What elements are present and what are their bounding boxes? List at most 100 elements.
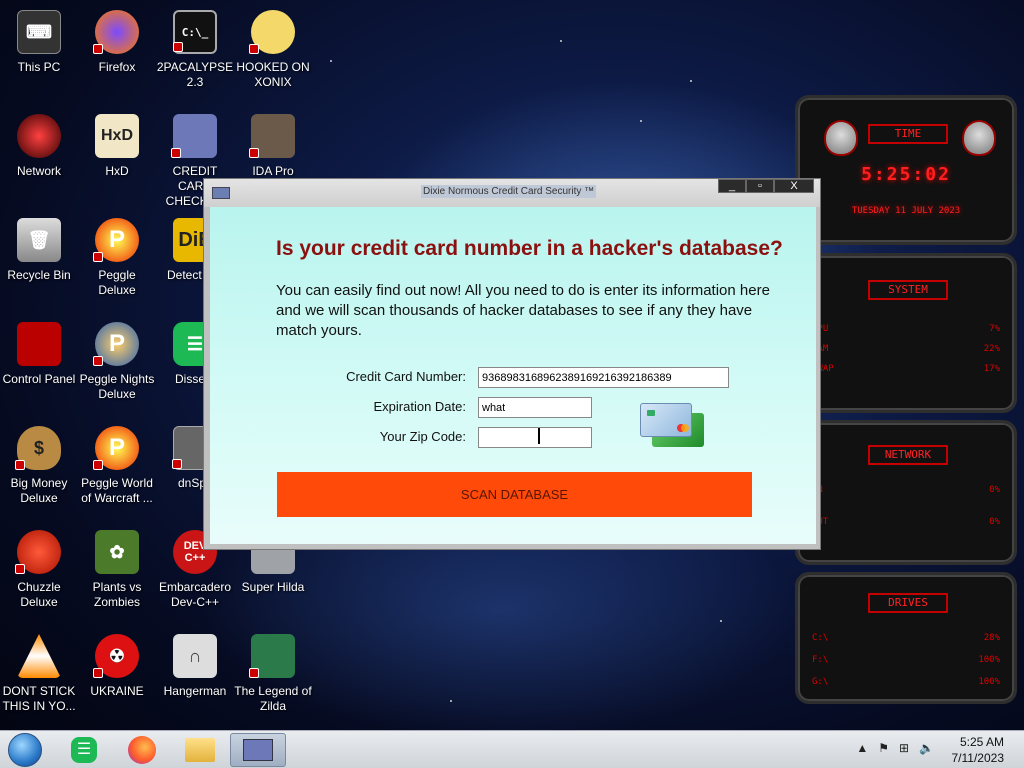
star [560, 40, 562, 42]
desktop-icon-big-money[interactable]: $ Big Money Deluxe [0, 426, 78, 506]
desktop-icon-peggle-deluxe[interactable]: P Peggle Deluxe [78, 218, 156, 298]
window-controls: _ ▫ X [718, 179, 814, 193]
network-globe-icon [17, 114, 61, 158]
icon-label: Recycle Bin [7, 268, 71, 282]
minimize-button[interactable]: _ [718, 179, 746, 193]
maximize-button[interactable]: ▫ [746, 179, 774, 193]
hero-character-icon [249, 634, 295, 678]
desktop-icon-vlc[interactable]: DONT STICK THIS IN YO... [0, 634, 78, 714]
icon-label: HxD [105, 164, 129, 178]
icon-label: Chuzzle Deluxe [17, 580, 61, 609]
firefox-icon [93, 10, 139, 54]
desktop-icon-control-panel[interactable]: Control Panel [0, 322, 78, 387]
radiation-icon: ☢ [93, 634, 139, 678]
control-panel-icon [17, 322, 61, 366]
icon-label: Control Panel [2, 372, 76, 386]
desktop-icon-this-pc[interactable]: ⌨ This PC [0, 10, 78, 75]
peggle-icon: P [93, 426, 139, 470]
icon-label: The Legend of Zilda [234, 684, 312, 713]
taskbar-time: 5:25 AM [959, 735, 1004, 749]
network-icon[interactable]: ⊞ [899, 741, 909, 755]
icon-label: HOOKED ON XONIX [236, 60, 310, 89]
close-button[interactable]: X [774, 179, 814, 193]
window-titlebar[interactable]: Dixie Normous Credit Card Security ™ _ ▫… [204, 179, 820, 207]
zip-code-input[interactable] [478, 427, 592, 448]
expiration-input[interactable] [478, 397, 592, 418]
system-widget: SYSTEM CPU7% RAM22% SWAP17% [795, 253, 1017, 413]
drive-f-row: F:\ 100% [812, 655, 1000, 665]
icon-label: Super Hilda [241, 580, 305, 594]
desktop-icon-peggle-wow[interactable]: P Peggle World of Warcraft ... [78, 426, 156, 506]
taskbar-clock[interactable]: 5:25 AM 7/11/2023 [952, 734, 1005, 766]
start-button[interactable] [8, 733, 42, 767]
computer-icon: ⌨ [17, 10, 61, 54]
icon-label: Firefox [98, 60, 136, 74]
icon-label: Hangerman [163, 684, 227, 698]
action-center-flag-icon[interactable]: ⚑ [878, 741, 889, 755]
system-tray: ▲ ⚑ ⊞ 🔈 [856, 741, 934, 755]
money-bag-icon: $ [15, 426, 61, 470]
desktop-icon-peggle-nights[interactable]: P Peggle Nights Deluxe [78, 322, 156, 402]
widget-header: NETWORK [868, 445, 948, 465]
hxd-icon: HxD [95, 114, 139, 158]
star [640, 120, 642, 122]
zip-code-label: Your Zip Code: [379, 429, 466, 444]
taskbar-explorer[interactable] [172, 733, 228, 767]
chat-icon: ☰ [71, 737, 97, 763]
chuzzle-icon [15, 530, 61, 574]
expiration-label: Expiration Date: [373, 399, 467, 414]
star [690, 80, 692, 82]
icon-label: IDA Pro [252, 164, 294, 178]
tray-expand-icon[interactable]: ▲ [856, 741, 868, 755]
time-widget: TIME 5:25:02 TUESDAY 11 JULY 2023 [795, 95, 1017, 245]
widget-header: DRIVES [868, 593, 948, 613]
description-text: You can easily find out now! All you nee… [276, 282, 770, 339]
star [450, 700, 452, 702]
card-number-input[interactable] [478, 367, 729, 388]
firefox-icon [128, 736, 156, 764]
alien-head-icon [962, 120, 996, 156]
credit-card-security-window: Dixie Normous Credit Card Security ™ _ ▫… [203, 178, 821, 550]
icon-label: Peggle Nights Deluxe [79, 372, 155, 401]
volume-icon[interactable]: 🔈 [919, 741, 934, 755]
taskbar-firefox[interactable] [114, 733, 170, 767]
window-title: Dixie Normous Credit Card Security ™ [421, 185, 597, 198]
drive-g-row: G:\ 100% [812, 677, 1000, 687]
desktop-icon-hooked-on-xonix[interactable]: HOOKED ON XONIX [234, 10, 312, 90]
widget-header: SYSTEM [868, 280, 948, 300]
taskbar-date: 7/11/2023 [951, 751, 1005, 765]
desktop-icon-firefox[interactable]: Firefox [78, 10, 156, 75]
desktop-icon-recycle-bin[interactable]: 🗑 Recycle Bin [0, 218, 78, 283]
desktop-icon-hangerman[interactable]: ∩ Hangerman [156, 634, 234, 699]
taskbar-credit-card-checker[interactable] [230, 733, 286, 767]
net-in-row: IN0% [812, 485, 1000, 495]
star [720, 620, 722, 622]
drive-c-row: C:\ 28% [812, 633, 1000, 643]
icon-label: Peggle Deluxe [98, 268, 136, 297]
widget-date: TUESDAY 11 JULY 2023 [851, 206, 961, 216]
desktop-icon-zilda[interactable]: The Legend of Zilda [234, 634, 312, 714]
taskbar-dissent[interactable]: ☰ [56, 733, 112, 767]
desktop-icon-hxd[interactable]: HxD HxD [78, 114, 156, 179]
icon-label: Network [16, 164, 61, 178]
desktop-icon-2pacalypse[interactable]: C:\_ 2PACALYPSE 2.3 [156, 10, 234, 90]
desktop-icon-network[interactable]: Network [0, 114, 78, 179]
icon-label: Plants vs Zombies [92, 580, 142, 609]
desktop-icon-chuzzle[interactable]: Chuzzle Deluxe [0, 530, 78, 610]
network-widget: NETWORK IN0% OUT0% [795, 420, 1017, 565]
icon-label: Peggle World of Warcraft ... [81, 476, 153, 505]
ram-row: RAM22% [812, 344, 1000, 354]
widget-header: TIME [868, 124, 948, 144]
drives-widget: DRIVES C:\ 28% F:\ 100% G:\ 100% [795, 572, 1017, 704]
card-number-label: Credit Card Number: [346, 369, 466, 384]
taskbar: ☰ ▲ ⚑ ⊞ 🔈 5:25 AM 7/11/2023 [0, 730, 1024, 768]
swap-row: SWAP 17% [812, 364, 1000, 374]
desktop-icon-pvz[interactable]: ✿ Plants vs Zombies [78, 530, 156, 610]
hangman-icon: ∩ [173, 634, 217, 678]
icon-label: UKRAINE [90, 684, 144, 698]
scan-database-button[interactable]: SCAN DATABASE [277, 472, 752, 517]
desktop-icon-ukraine[interactable]: ☢ UKRAINE [78, 634, 156, 699]
desktop-icon-ida-pro[interactable]: IDA Pro [234, 114, 312, 179]
widget-clock: 5:25:02 [861, 164, 951, 185]
app-icon[interactable] [212, 187, 230, 199]
